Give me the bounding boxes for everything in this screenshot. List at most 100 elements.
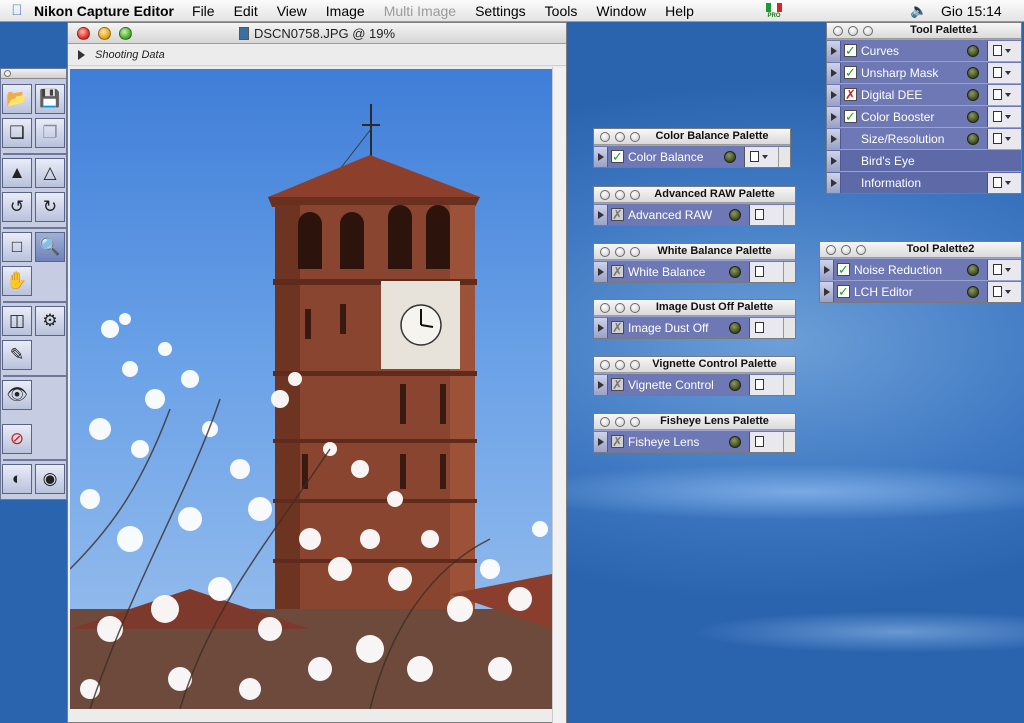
palette-row-unsharp-mask[interactable]: ✓ Unsharp Mask — [827, 61, 1021, 83]
expand-icon[interactable] — [820, 259, 834, 280]
options-menu-button[interactable] — [987, 40, 1021, 61]
options-menu-button[interactable] — [749, 431, 783, 452]
enable-checkbox[interactable]: ✓ — [837, 263, 850, 276]
options-menu-button[interactable] — [987, 259, 1021, 280]
palette-row-color-balance[interactable]: ✓ Color Balance — [594, 145, 790, 167]
palette-row-size-resolution[interactable]: Size/Resolution — [827, 127, 1021, 149]
menu-multi-image[interactable]: Multi Image — [384, 3, 456, 19]
enable-checkbox[interactable]: ✓ — [837, 285, 850, 298]
resize-handle[interactable] — [783, 204, 795, 225]
minimize-button[interactable] — [841, 245, 851, 255]
minimize-button[interactable] — [615, 417, 625, 427]
zoom-button[interactable] — [630, 247, 640, 257]
speaker-icon[interactable]: 🔈 — [910, 2, 927, 19]
palette-row-image-dust-off[interactable]: ✗ Image Dust Off — [594, 316, 795, 338]
options-menu-button[interactable] — [987, 106, 1021, 127]
palette-row-white-balance[interactable]: ✗ White Balance — [594, 260, 795, 282]
cancel-tool-icon[interactable]: ⊘ — [2, 424, 32, 454]
image-window-titlebar[interactable]: DSCN0758.JPG @ 19% — [68, 23, 566, 44]
hand-tool[interactable]: ✋ — [2, 266, 32, 296]
palette-titlebar[interactable]: Vignette Control Palette — [594, 357, 795, 373]
close-button[interactable] — [600, 417, 610, 427]
palette-row-fisheye-lens[interactable]: ✗ Fisheye Lens — [594, 430, 795, 452]
enable-checkbox[interactable]: ✗ — [611, 378, 624, 391]
expand-icon[interactable] — [827, 84, 841, 105]
menu-image[interactable]: Image — [326, 3, 365, 19]
color-picker-tool[interactable]: ◉ — [35, 464, 65, 494]
resize-handle[interactable] — [783, 431, 795, 452]
photo-canvas[interactable] — [70, 69, 552, 709]
close-button[interactable] — [600, 303, 610, 313]
enable-checkbox[interactable]: ✗ — [611, 208, 624, 221]
expand-icon[interactable] — [827, 40, 841, 61]
expand-icon[interactable] — [594, 261, 608, 282]
menu-app-name[interactable]: Nikon Capture Editor — [34, 3, 174, 19]
enable-checkbox[interactable]: ✓ — [844, 66, 857, 79]
minimize-button[interactable] — [615, 247, 625, 257]
enable-checkbox[interactable]: ✗ — [611, 265, 624, 278]
expand-icon[interactable] — [827, 106, 841, 127]
expand-icon[interactable] — [820, 281, 834, 302]
options-menu-button[interactable] — [749, 374, 783, 395]
zoom-magnifier-tool[interactable]: 🔍 — [35, 232, 65, 262]
minimize-button[interactable] — [615, 303, 625, 313]
red-eye-tool[interactable]: 👁 — [2, 380, 32, 410]
palette-row-digital-dee[interactable]: ✗ Digital DEE — [827, 83, 1021, 105]
options-menu-button[interactable] — [749, 204, 783, 225]
palette-row-lch-editor[interactable]: ✓ LCH Editor — [820, 280, 1021, 302]
menu-window[interactable]: Window — [596, 3, 646, 19]
resize-handle[interactable] — [783, 374, 795, 395]
minimize-button[interactable] — [848, 26, 858, 36]
menu-edit[interactable]: Edit — [234, 3, 258, 19]
options-menu-button[interactable] — [987, 62, 1021, 83]
menu-file[interactable]: File — [192, 3, 215, 19]
close-button[interactable] — [833, 26, 843, 36]
minimize-button[interactable] — [615, 132, 625, 142]
resize-handle[interactable] — [783, 317, 795, 338]
zoom-button[interactable] — [630, 360, 640, 370]
zoom-button[interactable] — [630, 190, 640, 200]
palette-row-advanced-raw[interactable]: ✗ Advanced RAW — [594, 203, 795, 225]
vertical-scrollbar[interactable] — [552, 67, 566, 723]
menu-clock[interactable]: Gio 15:14 — [941, 3, 1002, 19]
options-menu-button[interactable] — [744, 146, 778, 167]
palette-row-noise-reduction[interactable]: ✓ Noise Reduction — [820, 258, 1021, 280]
expand-icon[interactable] — [827, 62, 841, 83]
menu-settings[interactable]: Settings — [475, 3, 526, 19]
open-folder-tool[interactable]: 📂 — [2, 84, 32, 114]
expand-icon[interactable] — [827, 128, 841, 149]
zoom-button[interactable] — [863, 26, 873, 36]
levels-down-tool[interactable]: △ — [35, 158, 65, 188]
save-tool[interactable]: 💾 — [35, 84, 65, 114]
expand-icon[interactable] — [594, 204, 608, 225]
menu-tools[interactable]: Tools — [545, 3, 578, 19]
paste-tool[interactable]: ❐ — [35, 118, 65, 148]
palette-titlebar[interactable]: Color Balance Palette — [594, 129, 790, 145]
minimize-button[interactable] — [615, 360, 625, 370]
expand-icon[interactable] — [594, 374, 608, 395]
close-button[interactable] — [600, 132, 610, 142]
gray-point-tool[interactable]: ⚙ — [35, 306, 65, 336]
tools-panel-header[interactable] — [1, 69, 66, 79]
expand-icon[interactable] — [827, 172, 841, 193]
palette-titlebar[interactable]: White Balance Palette — [594, 244, 795, 260]
tool-palette-1-titlebar[interactable]: Tool Palette1 — [827, 23, 1021, 39]
options-menu-button[interactable] — [987, 128, 1021, 149]
rotate-right-tool[interactable]: ↻ — [35, 192, 65, 222]
enable-checkbox[interactable]: ✗ — [611, 321, 624, 334]
palette-row-information[interactable]: Information — [827, 171, 1021, 193]
zoom-button[interactable] — [630, 303, 640, 313]
close-button[interactable] — [600, 360, 610, 370]
edit-list-tool[interactable]: ✎ — [2, 340, 32, 370]
enable-checkbox[interactable]: ✓ — [844, 44, 857, 57]
expand-icon[interactable] — [594, 431, 608, 452]
options-menu-button[interactable] — [987, 84, 1021, 105]
close-button[interactable] — [600, 247, 610, 257]
expand-icon[interactable] — [827, 150, 841, 171]
options-menu-button[interactable] — [749, 261, 783, 282]
palette-row-vignette-control[interactable]: ✗ Vignette Control — [594, 373, 795, 395]
disclosure-triangle-icon[interactable] — [78, 49, 85, 60]
marquee-select-tool[interactable]: □ — [2, 232, 32, 262]
expand-icon[interactable] — [594, 317, 608, 338]
close-button[interactable] — [826, 245, 836, 255]
